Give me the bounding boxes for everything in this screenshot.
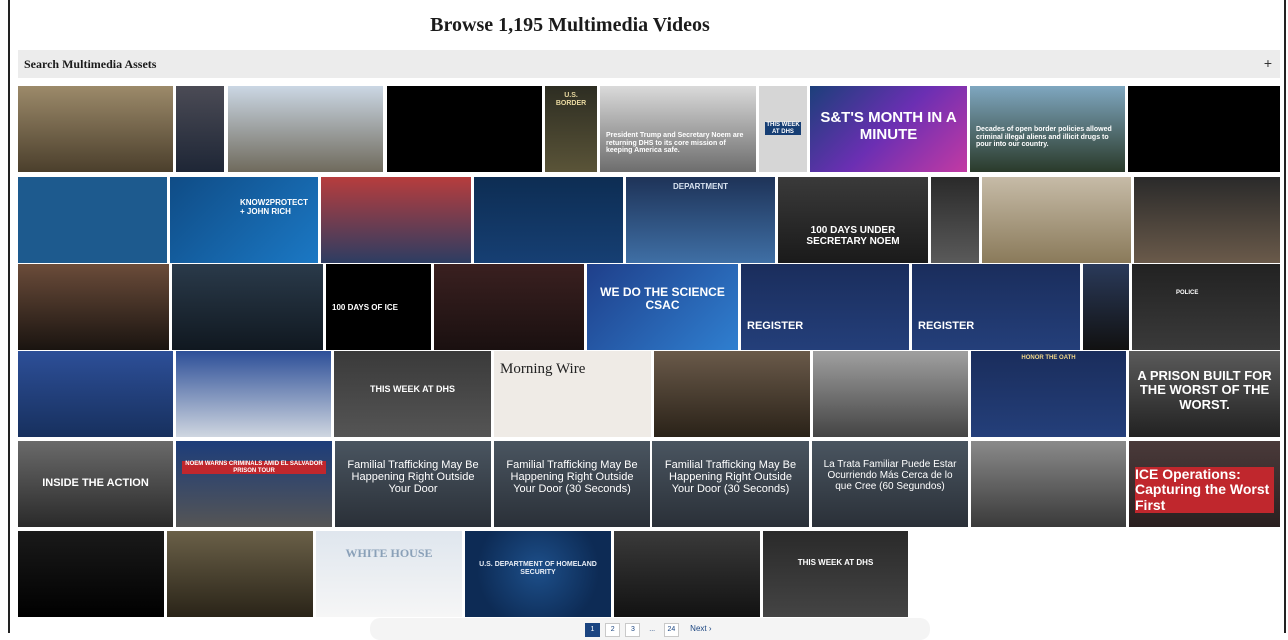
video-thumbnail[interactable] (474, 177, 623, 263)
video-thumbnail[interactable] (172, 264, 323, 350)
expand-icon[interactable]: + (1264, 55, 1272, 71)
page-link-3[interactable]: 3 (625, 623, 641, 637)
video-thumbnail[interactable] (18, 264, 169, 350)
video-thumbnail[interactable] (434, 264, 584, 350)
video-thumbnail[interactable]: ICE Operations: Capturing the Worst Firs… (1129, 441, 1280, 527)
video-thumbnail[interactable] (1128, 86, 1280, 172)
video-thumbnail[interactable]: U.S. BORDER (545, 86, 597, 172)
page-link-24[interactable]: 24 (663, 623, 679, 637)
video-thumbnail[interactable]: POLICE (1132, 264, 1280, 350)
video-thumbnail[interactable]: Familial Trafficking May Be Happening Ri… (652, 441, 809, 527)
video-thumbnail[interactable]: THIS WEEK AT DHS (763, 531, 908, 617)
next-page-link[interactable]: Next › (690, 624, 711, 633)
video-thumbnail[interactable]: DEPARTMENT (626, 177, 775, 263)
video-thumbnail[interactable]: NOEM WARNS CRIMINALS AMID EL SALVADOR PR… (176, 441, 332, 527)
video-thumbnail[interactable]: THIS WEEK AT DHS (334, 351, 491, 437)
video-thumbnail[interactable]: U.S. DEPARTMENT OF HOMELAND SECURITY (465, 531, 611, 617)
page-link-2[interactable]: 2 (605, 623, 621, 637)
video-thumbnail[interactable]: Decades of open border policies allowed … (970, 86, 1125, 172)
video-thumbnail[interactable] (321, 177, 471, 263)
video-thumbnail[interactable]: THIS WEEK AT DHS (759, 86, 807, 172)
pagination: 1 2 3 ... 24 Next › (370, 618, 930, 640)
video-thumbnail[interactable] (654, 351, 810, 437)
video-thumbnail[interactable]: S&T'S MONTH IN A MINUTE (810, 86, 967, 172)
search-accordion-label: Search Multimedia Assets (24, 57, 157, 71)
video-thumbnail[interactable]: WE DO THE SCIENCE CSAC (587, 264, 738, 350)
video-thumbnail[interactable] (18, 177, 167, 263)
page-link-1[interactable]: 1 (585, 623, 600, 637)
video-thumbnail[interactable] (1083, 264, 1129, 350)
video-thumbnail[interactable] (813, 351, 968, 437)
video-thumbnail[interactable]: 100 DAYS OF ICE (326, 264, 431, 350)
page-title: Browse 1,195 Multimedia Videos (430, 14, 710, 36)
video-thumbnail[interactable]: REGISTER (912, 264, 1080, 350)
video-thumbnail[interactable] (387, 86, 542, 172)
video-thumbnail[interactable]: REGISTER (741, 264, 909, 350)
video-thumbnail[interactable] (18, 531, 164, 617)
video-thumbnail[interactable] (18, 351, 173, 437)
video-thumbnail[interactable]: Familial Trafficking May Be Happening Ri… (494, 441, 650, 527)
video-thumbnail[interactable] (971, 441, 1126, 527)
video-thumbnail[interactable]: INSIDE THE ACTION (18, 441, 173, 527)
video-thumbnail[interactable]: KNOW2PROTECT + JOHN RICH (170, 177, 318, 263)
video-thumbnail[interactable] (982, 177, 1131, 263)
video-thumbnail[interactable] (176, 86, 224, 172)
video-thumbnail[interactable]: 100 DAYS UNDER SECRETARY NOEM (778, 177, 928, 263)
video-thumbnail[interactable] (176, 351, 331, 437)
video-thumbnail[interactable] (931, 177, 979, 263)
video-thumbnail[interactable]: Morning Wire (494, 351, 651, 437)
video-thumbnail[interactable] (1134, 177, 1280, 263)
video-thumbnail[interactable]: A PRISON BUILT FOR THE WORST OF THE WORS… (1129, 351, 1280, 437)
search-accordion[interactable]: Search Multimedia Assets + (18, 50, 1280, 78)
video-thumbnail[interactable]: HONOR THE OATH (971, 351, 1126, 437)
video-thumbnail[interactable] (167, 531, 313, 617)
video-thumbnail[interactable]: La Trata Familiar Puede Estar Ocurriendo… (812, 441, 968, 527)
video-thumbnail[interactable]: President Trump and Secretary Noem are r… (600, 86, 756, 172)
page-ellipsis: ... (649, 626, 656, 633)
video-thumbnail[interactable]: Familial Trafficking May Be Happening Ri… (335, 441, 491, 527)
video-thumbnail[interactable] (614, 531, 760, 617)
video-thumbnail[interactable]: WHITE HOUSE (316, 531, 462, 617)
video-thumbnail[interactable] (18, 86, 173, 172)
video-thumbnail[interactable] (228, 86, 383, 172)
